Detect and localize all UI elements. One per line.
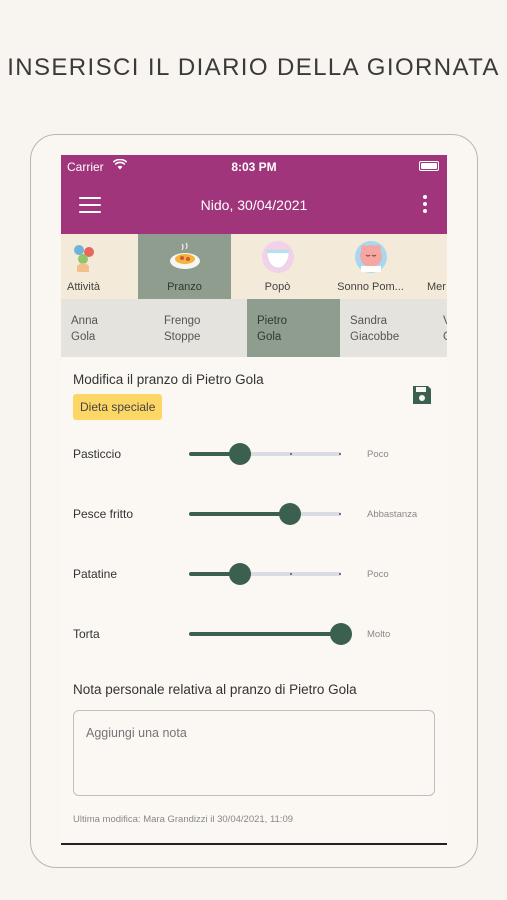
slider-thumb[interactable] (279, 503, 302, 525)
tab-pranzo[interactable]: Pranzo (138, 234, 231, 299)
child-last-name: G (443, 329, 447, 345)
app-bar: Nido, 30/04/2021 (61, 177, 447, 234)
food-item-name: Patatine (73, 567, 118, 581)
slider-step-dot (339, 453, 341, 455)
child-item-selected[interactable]: Pietro Gola (247, 299, 340, 357)
sleeping-baby-icon (355, 241, 387, 273)
children-selector: Anna Gola Frengo Stoppe Pietro Gola Sand… (61, 299, 447, 357)
child-last-name: Giacobbe (350, 331, 400, 343)
quantity-slider[interactable] (189, 563, 341, 585)
note-input[interactable] (73, 710, 435, 796)
tab-label: Sonno Pom... (337, 281, 404, 293)
slider-thumb[interactable] (228, 443, 251, 465)
balloons-icon (74, 245, 94, 272)
tab-merenda[interactable]: Mer (417, 234, 447, 299)
slider-step-dot (339, 513, 341, 515)
quantity-label: Abbastanza (367, 509, 418, 520)
quantity-slider[interactable] (189, 623, 352, 645)
quantity-label: Poco (367, 569, 389, 580)
app-screen: Carrier 8:03 PM Nido, 30/04/2021 Attivit… (61, 155, 447, 845)
tab-sonno-pomeridiano[interactable]: Sonno Pom... (324, 234, 417, 299)
category-tabs: Attività Pranzo Popò Sonno Pom... Mer (61, 234, 447, 299)
tab-attivita[interactable]: Attività (61, 234, 130, 299)
child-item[interactable]: V G (433, 299, 447, 357)
tab-label: Pranzo (167, 281, 202, 293)
special-diet-badge: Dieta speciale (73, 394, 163, 420)
child-first-name: Pietro (257, 315, 288, 327)
battery-icon (419, 161, 439, 171)
quantity-label: Poco (367, 449, 389, 460)
food-item-name: Torta (73, 627, 100, 641)
quantity-slider[interactable] (189, 503, 341, 525)
child-last-name: Gola (257, 331, 282, 343)
child-item[interactable]: Sandra Giacobbe (340, 299, 433, 357)
tab-label: Attività (66, 281, 100, 293)
child-last-name: Gola (71, 331, 96, 343)
pasta-plate-icon (170, 242, 200, 269)
diaper-icon (262, 241, 294, 273)
quantity-slider[interactable] (189, 443, 341, 465)
slider-step-dot (239, 513, 242, 515)
slider-step-dot (339, 573, 341, 575)
slider-fill (189, 632, 341, 636)
last-modified-text: Ultima modifica: Mara Grandizzi il 30/04… (73, 814, 294, 825)
slider-step-dot (290, 453, 293, 455)
tab-popo[interactable]: Popò (231, 234, 324, 299)
tab-label: Mer (427, 281, 446, 293)
form-title: Modifica il pranzo di Pietro Gola (73, 372, 264, 387)
food-item-name: Pasticcio (73, 447, 122, 461)
app-bar-title: Nido, 30/04/2021 (200, 197, 308, 213)
status-bar: Carrier 8:03 PM (61, 155, 447, 177)
slider-thumb[interactable] (330, 623, 352, 645)
food-item-name: Pesce fritto (73, 507, 134, 521)
slider-step-dot (290, 573, 293, 575)
child-first-name: Frengo (164, 315, 201, 327)
slider-step-dot (239, 633, 242, 635)
child-first-name: Anna (71, 315, 98, 327)
child-last-name: Stoppe (164, 331, 201, 343)
marketing-headline: INSERISCI IL DIARIO DELLA GIORNATA (7, 54, 500, 81)
more-options-icon[interactable] (423, 195, 427, 216)
note-title: Nota personale relativa al pranzo di Pie… (73, 682, 357, 697)
status-time: 8:03 PM (231, 160, 277, 174)
tab-label: Popò (264, 281, 291, 293)
slider-thumb[interactable] (228, 563, 251, 585)
child-item[interactable]: Frengo Stoppe (154, 299, 247, 357)
floppy-disk-icon[interactable] (411, 384, 433, 406)
child-first-name: V (443, 313, 447, 329)
child-first-name: Sandra (350, 315, 388, 327)
quantity-label: Molto (367, 629, 391, 640)
child-item[interactable]: Anna Gola (61, 299, 154, 357)
